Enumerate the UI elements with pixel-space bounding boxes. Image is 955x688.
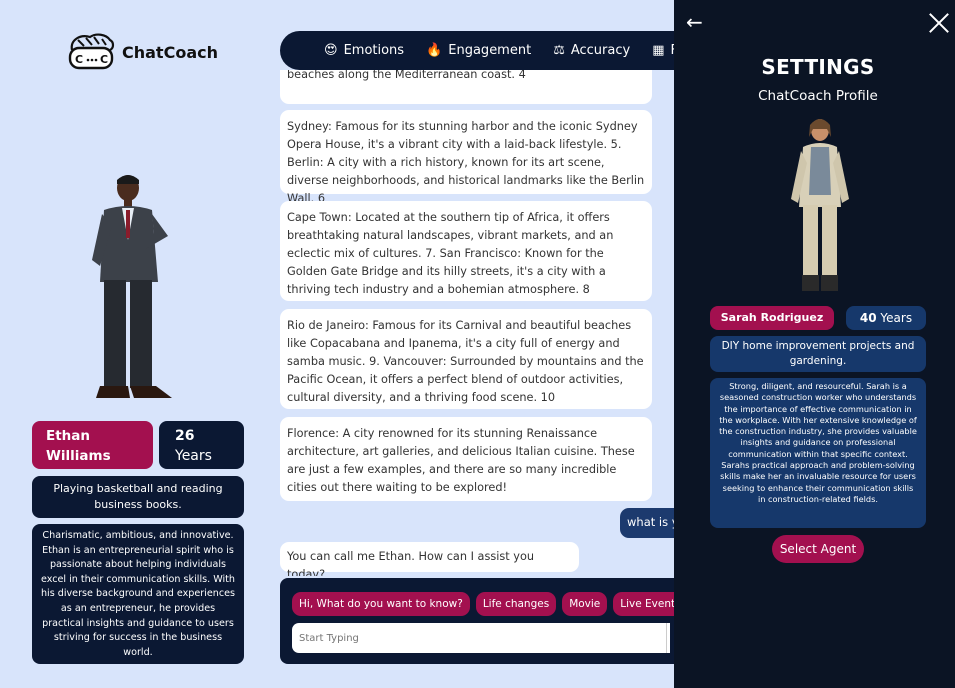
message-input[interactable] xyxy=(292,623,670,653)
logo-text: ChatCoach xyxy=(122,42,218,62)
tab-label: Accuracy xyxy=(570,43,631,58)
message-composer: Hi, What do you want to know? Life chang… xyxy=(280,578,680,664)
coach-message: beaches along the Mediterranean coast. 4 xyxy=(280,70,652,104)
suggestion-chip[interactable]: Live Events xyxy=(613,592,680,616)
grid-icon: ▦ xyxy=(652,43,665,58)
coach-message: You can call me Ethan. How can I assist … xyxy=(280,542,579,576)
agent-bio: Strong, diligent, and resourceful. Sarah… xyxy=(710,378,926,528)
coach-name-badge: Ethan Williams xyxy=(32,421,153,469)
coach-age-badge: 26 Years xyxy=(159,421,244,469)
settings-title: SETTINGS xyxy=(761,55,875,79)
chatcoach-logo-icon: C C xyxy=(68,33,115,70)
coach-message: Cape Town: Located at the southern tip o… xyxy=(280,201,652,301)
input-divider xyxy=(666,623,667,653)
agent-avatar-image xyxy=(791,119,849,291)
tab-label: Engagement xyxy=(448,43,532,58)
select-agent-button[interactable]: Select Agent xyxy=(772,535,864,563)
coach-age-unit: Years xyxy=(175,448,212,464)
settings-panel: ← SETTINGS ChatCoach Profile Sarah Rodri… xyxy=(674,0,955,688)
svg-text:C: C xyxy=(100,53,108,66)
suggestion-chip[interactable]: Life changes xyxy=(475,592,557,616)
tab-label: Emotions xyxy=(343,43,405,58)
coach-hobby: Playing basketball and reading business … xyxy=(32,476,244,518)
tab-engagement[interactable]: 🔥 Engagement xyxy=(426,43,531,58)
close-icon[interactable] xyxy=(928,12,950,34)
coach-message: Sydney: Famous for its stunning harbor a… xyxy=(280,110,652,205)
back-arrow-icon[interactable]: ← xyxy=(686,12,703,32)
engagement-icon: 🔥 xyxy=(426,43,443,58)
coach-age-number: 26 xyxy=(175,428,195,444)
agent-hobby: DIY home improvement projects and garden… xyxy=(710,336,926,372)
agent-name-badge: Sarah Rodriguez xyxy=(710,306,834,330)
coach-avatar-image xyxy=(92,175,172,398)
emotions-icon: 😍 xyxy=(324,43,338,58)
tab-emotions[interactable]: 😍 Emotions xyxy=(324,43,404,58)
analysis-tab-bar: 😍 Emotions 🔥 Engagement ⚖ Accuracy ▦ F xyxy=(280,31,700,70)
suggestion-chips: Hi, What do you want to know? Life chang… xyxy=(292,592,680,616)
coach-message: Florence: A city renowned for its stunni… xyxy=(280,417,652,501)
suggestion-chip[interactable]: Movie xyxy=(562,592,608,616)
app-logo[interactable]: C C ChatCoach xyxy=(66,32,218,72)
agent-age-number: 40 xyxy=(859,311,877,325)
accuracy-icon: ⚖ xyxy=(553,43,565,58)
settings-subtitle: ChatCoach Profile xyxy=(758,88,878,104)
coach-bio: Charismatic, ambitious, and innovative. … xyxy=(32,524,244,664)
agent-age-badge: 40 Years xyxy=(846,306,926,330)
chat-message-list[interactable]: beaches along the Mediterranean coast. 4… xyxy=(270,70,674,576)
user-message: what is y xyxy=(620,508,674,538)
coach-message: Rio de Janeiro: Famous for its Carnival … xyxy=(280,309,652,409)
suggestion-chip[interactable]: Hi, What do you want to know? xyxy=(292,592,470,616)
svg-text:C: C xyxy=(75,53,83,66)
agent-age-unit: Years xyxy=(880,311,913,325)
tab-accuracy[interactable]: ⚖ Accuracy xyxy=(553,43,630,58)
